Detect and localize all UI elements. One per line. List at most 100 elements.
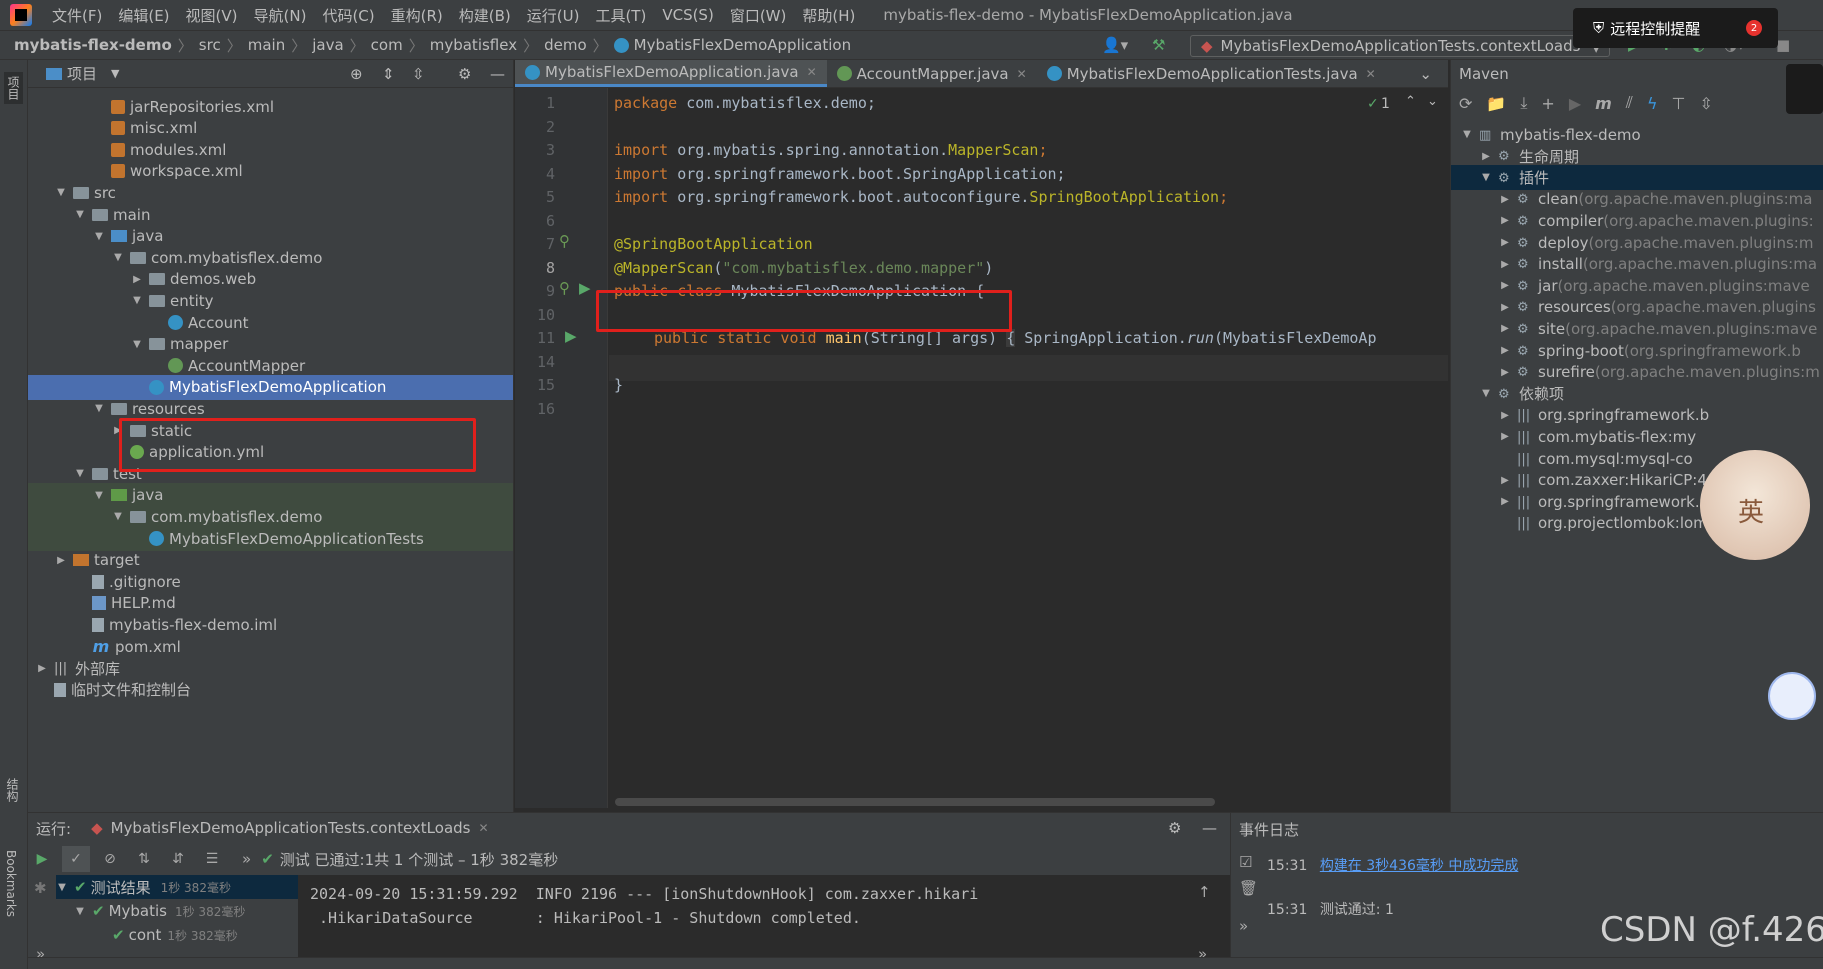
show-passed-icon[interactable]: ✓ bbox=[62, 846, 90, 872]
expand-icon[interactable]: ☰ bbox=[198, 846, 226, 872]
horizontal-scrollbar[interactable] bbox=[615, 798, 1215, 806]
test-row-method[interactable]: ✔ cont 1秒 382毫秒 bbox=[112, 923, 238, 947]
menu-window[interactable]: 窗口(W) bbox=[722, 5, 795, 26]
inspection-check-icon[interactable]: ✓ bbox=[1367, 96, 1379, 112]
expand-all-icon[interactable]: ⇕ bbox=[382, 65, 395, 83]
download-icon[interactable]: ⤓ bbox=[1520, 93, 1527, 113]
minimize-icon[interactable]: — bbox=[490, 65, 505, 83]
chevron-right-icon[interactable]: ▶ bbox=[131, 274, 143, 285]
chevron-down-icon[interactable]: ▼ bbox=[1480, 388, 1492, 399]
mark-read-icon[interactable]: ☑ bbox=[1239, 853, 1252, 871]
chevron-down-icon[interactable]: ▼ bbox=[131, 339, 143, 350]
show-ignored-icon[interactable]: ⊘ bbox=[96, 846, 124, 872]
user-icon[interactable]: 👤▾ bbox=[1102, 36, 1128, 54]
chevron-down-icon[interactable]: ▼ bbox=[93, 231, 105, 242]
trash-icon[interactable]: 🗑 bbox=[1239, 879, 1258, 897]
gear-icon[interactable]: ⚙ bbox=[1168, 819, 1181, 837]
test-row-class[interactable]: ▼ ✔ Mybatis 1秒 382毫秒 bbox=[74, 899, 245, 923]
tab-mybatis-flex-demo-application[interactable]: MybatisFlexDemoApplication.java ✕ bbox=[515, 60, 827, 87]
close-icon[interactable]: ✕ bbox=[478, 821, 488, 835]
project-tree-item[interactable]: 临时文件和控制台 bbox=[28, 677, 513, 702]
chevron-right-icon[interactable]: ▶ bbox=[1499, 367, 1511, 378]
chevron-right-icon[interactable]: ▶ bbox=[1480, 151, 1492, 162]
run-configuration-selector[interactable]: ◆ MybatisFlexDemoApplicationTests.contex… bbox=[1190, 35, 1610, 57]
gear-icon[interactable]: ⚙ bbox=[458, 65, 471, 83]
chevron-right-icon[interactable]: ▶ bbox=[1499, 280, 1511, 291]
breadcrumb-demo[interactable]: demo bbox=[544, 36, 587, 54]
menu-help[interactable]: 帮助(H) bbox=[794, 5, 863, 26]
chevron-down-icon[interactable]: ⌄ bbox=[1427, 94, 1438, 109]
chevron-down-icon[interactable]: ▼ bbox=[131, 295, 143, 306]
chevron-right-icon[interactable]: ▶ bbox=[1499, 475, 1511, 486]
minimize-icon[interactable]: — bbox=[1202, 819, 1217, 837]
menu-build[interactable]: 构建(B) bbox=[451, 5, 519, 26]
chevron-right-icon[interactable]: ▶ bbox=[55, 555, 67, 566]
skip-tests-icon[interactable]: ϟ bbox=[1647, 94, 1658, 113]
breadcrumb-com[interactable]: com bbox=[371, 36, 403, 54]
chevron-right-icon[interactable]: ▶ bbox=[1499, 302, 1511, 313]
console-output[interactable]: 2024-09-20 15:31:59.292 INFO 2196 --- [i… bbox=[298, 875, 1230, 969]
chevron-right-icon[interactable]: ▶ bbox=[1499, 215, 1511, 226]
chevron-down-icon[interactable]: ▼ bbox=[1461, 129, 1473, 140]
breadcrumb-main[interactable]: main bbox=[248, 36, 285, 54]
project-panel-title[interactable]: 项目 bbox=[67, 63, 97, 84]
collapse-icon[interactable]: ⇳ bbox=[1699, 94, 1712, 113]
run-icon[interactable]: ▶ bbox=[1569, 94, 1581, 113]
bookmarks-tool-tab[interactable]: Bookmarks bbox=[4, 850, 18, 917]
menu-navigate[interactable]: 导航(N) bbox=[246, 5, 315, 26]
menu-refactor[interactable]: 重构(R) bbox=[383, 5, 451, 26]
menu-code[interactable]: 代码(C) bbox=[314, 5, 382, 26]
stop-icon[interactable]: ■ bbox=[1776, 36, 1790, 54]
chevron-right-icon[interactable]: ▶ bbox=[1499, 259, 1511, 270]
chevron-up-icon[interactable]: ⌃ bbox=[1405, 94, 1416, 109]
chevron-down-icon[interactable]: ▼ bbox=[112, 252, 124, 263]
chevron-right-icon[interactable]: ▶ bbox=[1499, 345, 1511, 356]
menu-edit[interactable]: 编辑(E) bbox=[110, 5, 177, 26]
chevron-right-icon[interactable]: ▶ bbox=[1499, 410, 1511, 421]
debug-icon[interactable]: ✱ bbox=[34, 879, 47, 897]
chevron-down-icon[interactable]: ▼ bbox=[74, 209, 86, 220]
menu-vcs[interactable]: VCS(S) bbox=[654, 6, 721, 24]
breadcrumb-project[interactable]: mybatis-flex-demo bbox=[14, 36, 172, 54]
breadcrumb-mybatisflex[interactable]: mybatisflex bbox=[430, 36, 517, 54]
chevron-right-icon[interactable]: ▶ bbox=[1499, 496, 1511, 507]
tab-account-mapper[interactable]: AccountMapper.java ✕ bbox=[827, 60, 1037, 87]
chevron-right-icon[interactable]: ▶ bbox=[1499, 237, 1511, 248]
chevron-down-icon[interactable]: ▼ bbox=[93, 403, 105, 414]
reload-icon[interactable]: ⟳ bbox=[1459, 94, 1472, 113]
close-icon[interactable]: ✕ bbox=[807, 65, 817, 79]
chevron-right-icon[interactable]: ▶ bbox=[1499, 323, 1511, 334]
chevron-right-icon[interactable]: ▶ bbox=[1499, 194, 1511, 205]
tab-mybatis-flex-demo-application-tests[interactable]: MybatisFlexDemoApplicationTests.java ✕ bbox=[1037, 60, 1386, 87]
structure-tool-tab[interactable]: 结构 bbox=[4, 778, 21, 802]
remote-control-notification[interactable]: ⛨ 远程控制提醒 2 bbox=[1573, 8, 1778, 48]
add-folder-icon[interactable]: 📁 bbox=[1486, 94, 1506, 113]
menu-run[interactable]: 运行(U) bbox=[519, 5, 588, 26]
menu-tools[interactable]: 工具(T) bbox=[587, 5, 654, 26]
toggle-offline-icon[interactable]: ⫽ bbox=[1626, 93, 1633, 113]
chevron-right-icon[interactable]: ▶ bbox=[36, 663, 48, 674]
code-area[interactable]: package com.mybatisflex.demo; import org… bbox=[515, 88, 1448, 808]
breadcrumb-src[interactable]: src bbox=[199, 36, 221, 54]
chevron-down-icon[interactable]: ▼ bbox=[74, 468, 86, 479]
run-config-tab[interactable]: MybatisFlexDemoApplicationTests.contextL… bbox=[111, 819, 471, 837]
menu-view[interactable]: 视图(V) bbox=[178, 5, 246, 26]
chevron-down-icon[interactable]: ▼ bbox=[112, 511, 124, 522]
close-icon[interactable]: ✕ bbox=[1017, 67, 1027, 81]
test-row-root[interactable]: ▼ ✔ 测试结果 1秒 382毫秒 bbox=[56, 875, 298, 899]
event-link[interactable]: 构建在 3秒436毫秒 中成功完成 bbox=[1320, 858, 1519, 874]
locate-icon[interactable]: ⊕ bbox=[350, 65, 363, 83]
chevron-down-icon[interactable]: ▼ bbox=[1480, 172, 1492, 183]
build-hammer-icon[interactable]: ⚒ bbox=[1152, 36, 1165, 54]
collapse-all-icon[interactable]: ⇳ bbox=[412, 65, 425, 83]
more-icon[interactable]: » bbox=[1239, 917, 1248, 935]
input-method-icon[interactable] bbox=[1786, 64, 1823, 114]
sort-alpha-icon[interactable]: ⇅ bbox=[130, 846, 158, 872]
add-icon[interactable]: + bbox=[1541, 94, 1554, 113]
chevron-down-icon[interactable]: ▼ bbox=[93, 490, 105, 501]
show-dependencies-icon[interactable]: ⊤ bbox=[1672, 94, 1686, 113]
chevron-down-icon[interactable]: ▼ bbox=[55, 187, 67, 198]
close-icon[interactable]: ✕ bbox=[1366, 67, 1376, 81]
menu-file[interactable]: 文件(F) bbox=[44, 5, 110, 26]
chevron-right-icon[interactable]: ▶ bbox=[1499, 431, 1511, 442]
